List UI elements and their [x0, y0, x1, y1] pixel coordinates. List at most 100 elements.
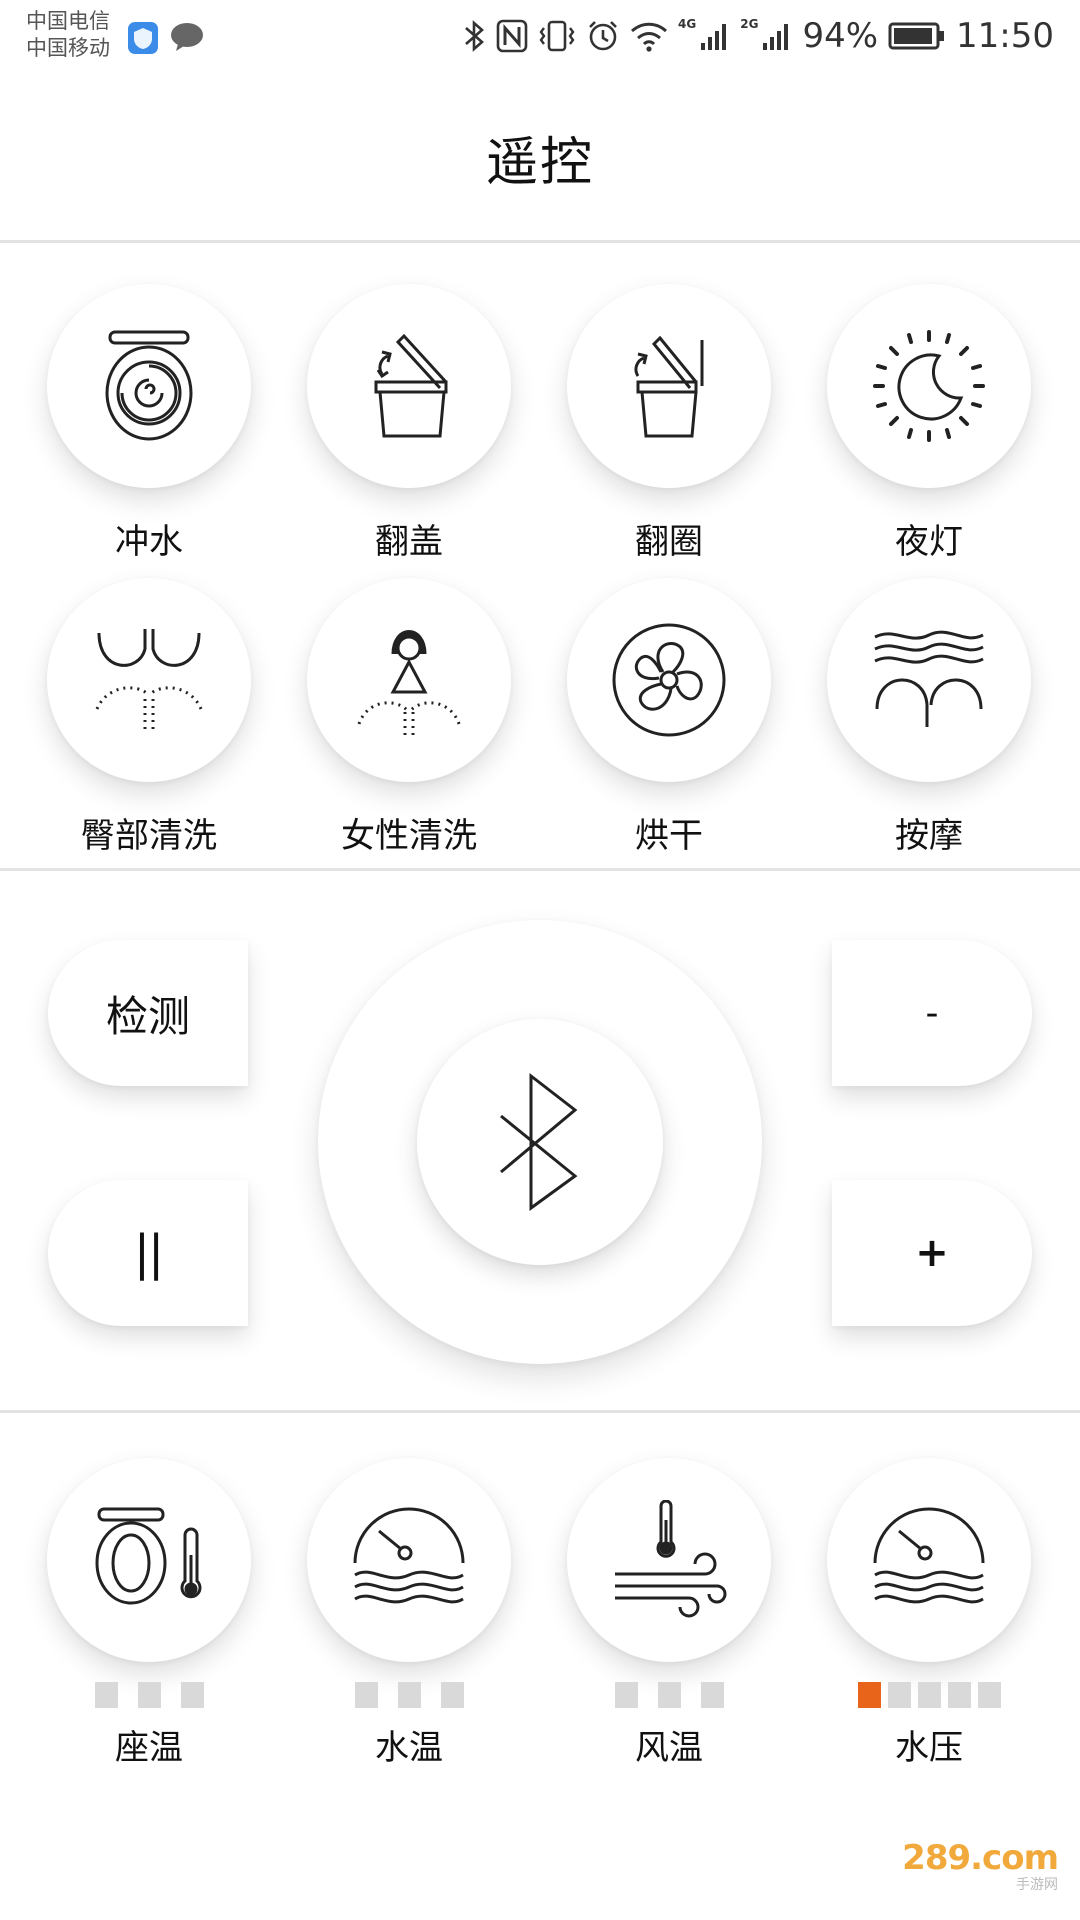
- fan-dry-icon: [612, 623, 726, 737]
- bluetooth-status-icon: [464, 19, 486, 53]
- feminine-wash-button-circle[interactable]: [307, 578, 511, 782]
- seat-temperature-button-circle[interactable]: [47, 1458, 251, 1662]
- status-bar: 中国电信 中国移动 4G 2G 94% 11:50: [0, 0, 1080, 70]
- header-divider: [0, 240, 1080, 243]
- vibrate-icon: [538, 19, 576, 53]
- signal-4g-icon: [700, 21, 730, 51]
- water-pressure-button-circle[interactable]: [827, 1458, 1031, 1662]
- level-segment: [440, 1682, 464, 1708]
- night-light-button-circle[interactable]: [827, 284, 1031, 488]
- level-segment: [180, 1682, 204, 1708]
- clock: 11:50: [956, 16, 1054, 56]
- water-pressure-icon: [873, 1507, 985, 1604]
- seat-temperature-label: 座温: [115, 1728, 183, 1768]
- bluetooth-button[interactable]: [417, 1019, 663, 1265]
- level-segment: [397, 1682, 421, 1708]
- chat-bubble-icon: [170, 22, 204, 56]
- night-light-button[interactable]: 夜灯: [827, 284, 1031, 563]
- water-temperature-label: 水温: [375, 1728, 443, 1768]
- plus-label: +: [915, 1230, 949, 1276]
- feminine-wash-label: 女性清洗: [341, 816, 477, 856]
- carrier-1: 中国电信: [26, 9, 110, 33]
- pause-label: ||: [133, 1225, 164, 1281]
- air-temperature-button-circle[interactable]: [567, 1458, 771, 1662]
- feminine-wash-icon: [357, 630, 461, 738]
- lid-flip-icon: [374, 333, 448, 438]
- flush-label: 冲水: [115, 522, 183, 562]
- water-pressure-button[interactable]: 水压: [827, 1458, 1031, 1769]
- nfc-icon: [496, 19, 528, 53]
- level-segment: [94, 1682, 118, 1708]
- status-icons: 4G 2G 94% 11:50: [464, 14, 1054, 58]
- carrier-2: 中国移动: [26, 36, 110, 60]
- flush-button[interactable]: 冲水: [47, 284, 251, 563]
- seat-temperature-icon: [95, 1507, 202, 1605]
- lid-flip-button-circle[interactable]: [307, 284, 511, 488]
- battery-percent: 94%: [802, 16, 879, 56]
- level-segment-active: [857, 1682, 881, 1708]
- level-segment: [614, 1682, 638, 1708]
- water-temperature-button-circle[interactable]: [307, 1458, 511, 1662]
- carrier-info: 中国电信 中国移动: [26, 8, 110, 62]
- air-temperature-button[interactable]: 风温: [567, 1458, 771, 1769]
- seat-ring-flip-button[interactable]: 翻圈: [567, 284, 771, 563]
- level-segment: [137, 1682, 161, 1708]
- water-pressure-level: [857, 1682, 1001, 1708]
- network-4g-label: 4G: [678, 17, 697, 31]
- seat-ring-flip-icon: [634, 335, 704, 438]
- lid-flip-button[interactable]: 翻盖: [307, 284, 511, 563]
- watermark-logo: 289.com: [902, 1838, 1059, 1878]
- detect-label: 检测: [105, 991, 190, 1041]
- water-pressure-label: 水压: [895, 1728, 963, 1768]
- rear-wash-icon: [95, 629, 203, 733]
- wifi-icon: [630, 20, 668, 52]
- air-temperature-icon: [615, 1500, 727, 1618]
- rear-wash-button-circle[interactable]: [47, 578, 251, 782]
- minus-label: -: [925, 992, 939, 1034]
- level-segment: [354, 1682, 378, 1708]
- air-temperature-label: 风温: [635, 1728, 703, 1768]
- air-temperature-level: [614, 1682, 724, 1708]
- plus-button[interactable]: +: [832, 1180, 1032, 1326]
- fan-dry-label: 烘干: [635, 816, 703, 856]
- fan-dry-button[interactable]: 烘干: [567, 578, 771, 857]
- rear-wash-label: 臀部清洗: [81, 816, 217, 856]
- lid-flip-label: 翻盖: [375, 522, 443, 562]
- level-segment: [657, 1682, 681, 1708]
- water-temperature-level: [354, 1682, 464, 1708]
- seat-temperature-button[interactable]: 座温: [47, 1458, 251, 1769]
- detect-button[interactable]: 检测: [48, 940, 248, 1086]
- network-2g-label: 2G: [740, 17, 759, 31]
- seat-ring-flip-button-circle[interactable]: [567, 284, 771, 488]
- signal-2g-icon: [762, 21, 792, 51]
- flush-icon: [105, 330, 193, 441]
- watermark: 289.com 手游网: [902, 1838, 1059, 1894]
- level-segment: [977, 1682, 1001, 1708]
- massage-icon: [874, 630, 984, 727]
- massage-button-circle[interactable]: [827, 578, 1031, 782]
- rear-wash-button[interactable]: 臀部清洗: [47, 578, 251, 857]
- level-segment: [947, 1682, 971, 1708]
- seat-temperature-level: [94, 1682, 204, 1708]
- night-light-icon: [873, 330, 985, 442]
- level-segment: [917, 1682, 941, 1708]
- feminine-wash-button[interactable]: 女性清洗: [307, 578, 511, 857]
- night-light-label: 夜灯: [895, 522, 963, 562]
- controls-divider: [0, 1410, 1080, 1413]
- seat-ring-flip-label: 翻圈: [635, 522, 703, 562]
- water-temperature-button[interactable]: 水温: [307, 1458, 511, 1769]
- watermark-sub: 手游网: [1016, 1877, 1058, 1893]
- minus-button[interactable]: -: [832, 940, 1032, 1086]
- page-title: 遥控: [485, 133, 594, 193]
- alarm-icon: [586, 19, 620, 53]
- massage-button[interactable]: 按摩: [827, 578, 1031, 857]
- massage-label: 按摩: [895, 816, 963, 856]
- water-temperature-icon: [353, 1507, 465, 1604]
- shield-icon: [128, 22, 158, 58]
- pause-button[interactable]: ||: [48, 1180, 248, 1326]
- level-segment: [700, 1682, 724, 1708]
- flush-button-circle[interactable]: [47, 284, 251, 488]
- bluetooth-icon: [500, 1072, 578, 1211]
- fan-dry-button-circle[interactable]: [567, 578, 771, 782]
- battery-icon: [888, 22, 946, 50]
